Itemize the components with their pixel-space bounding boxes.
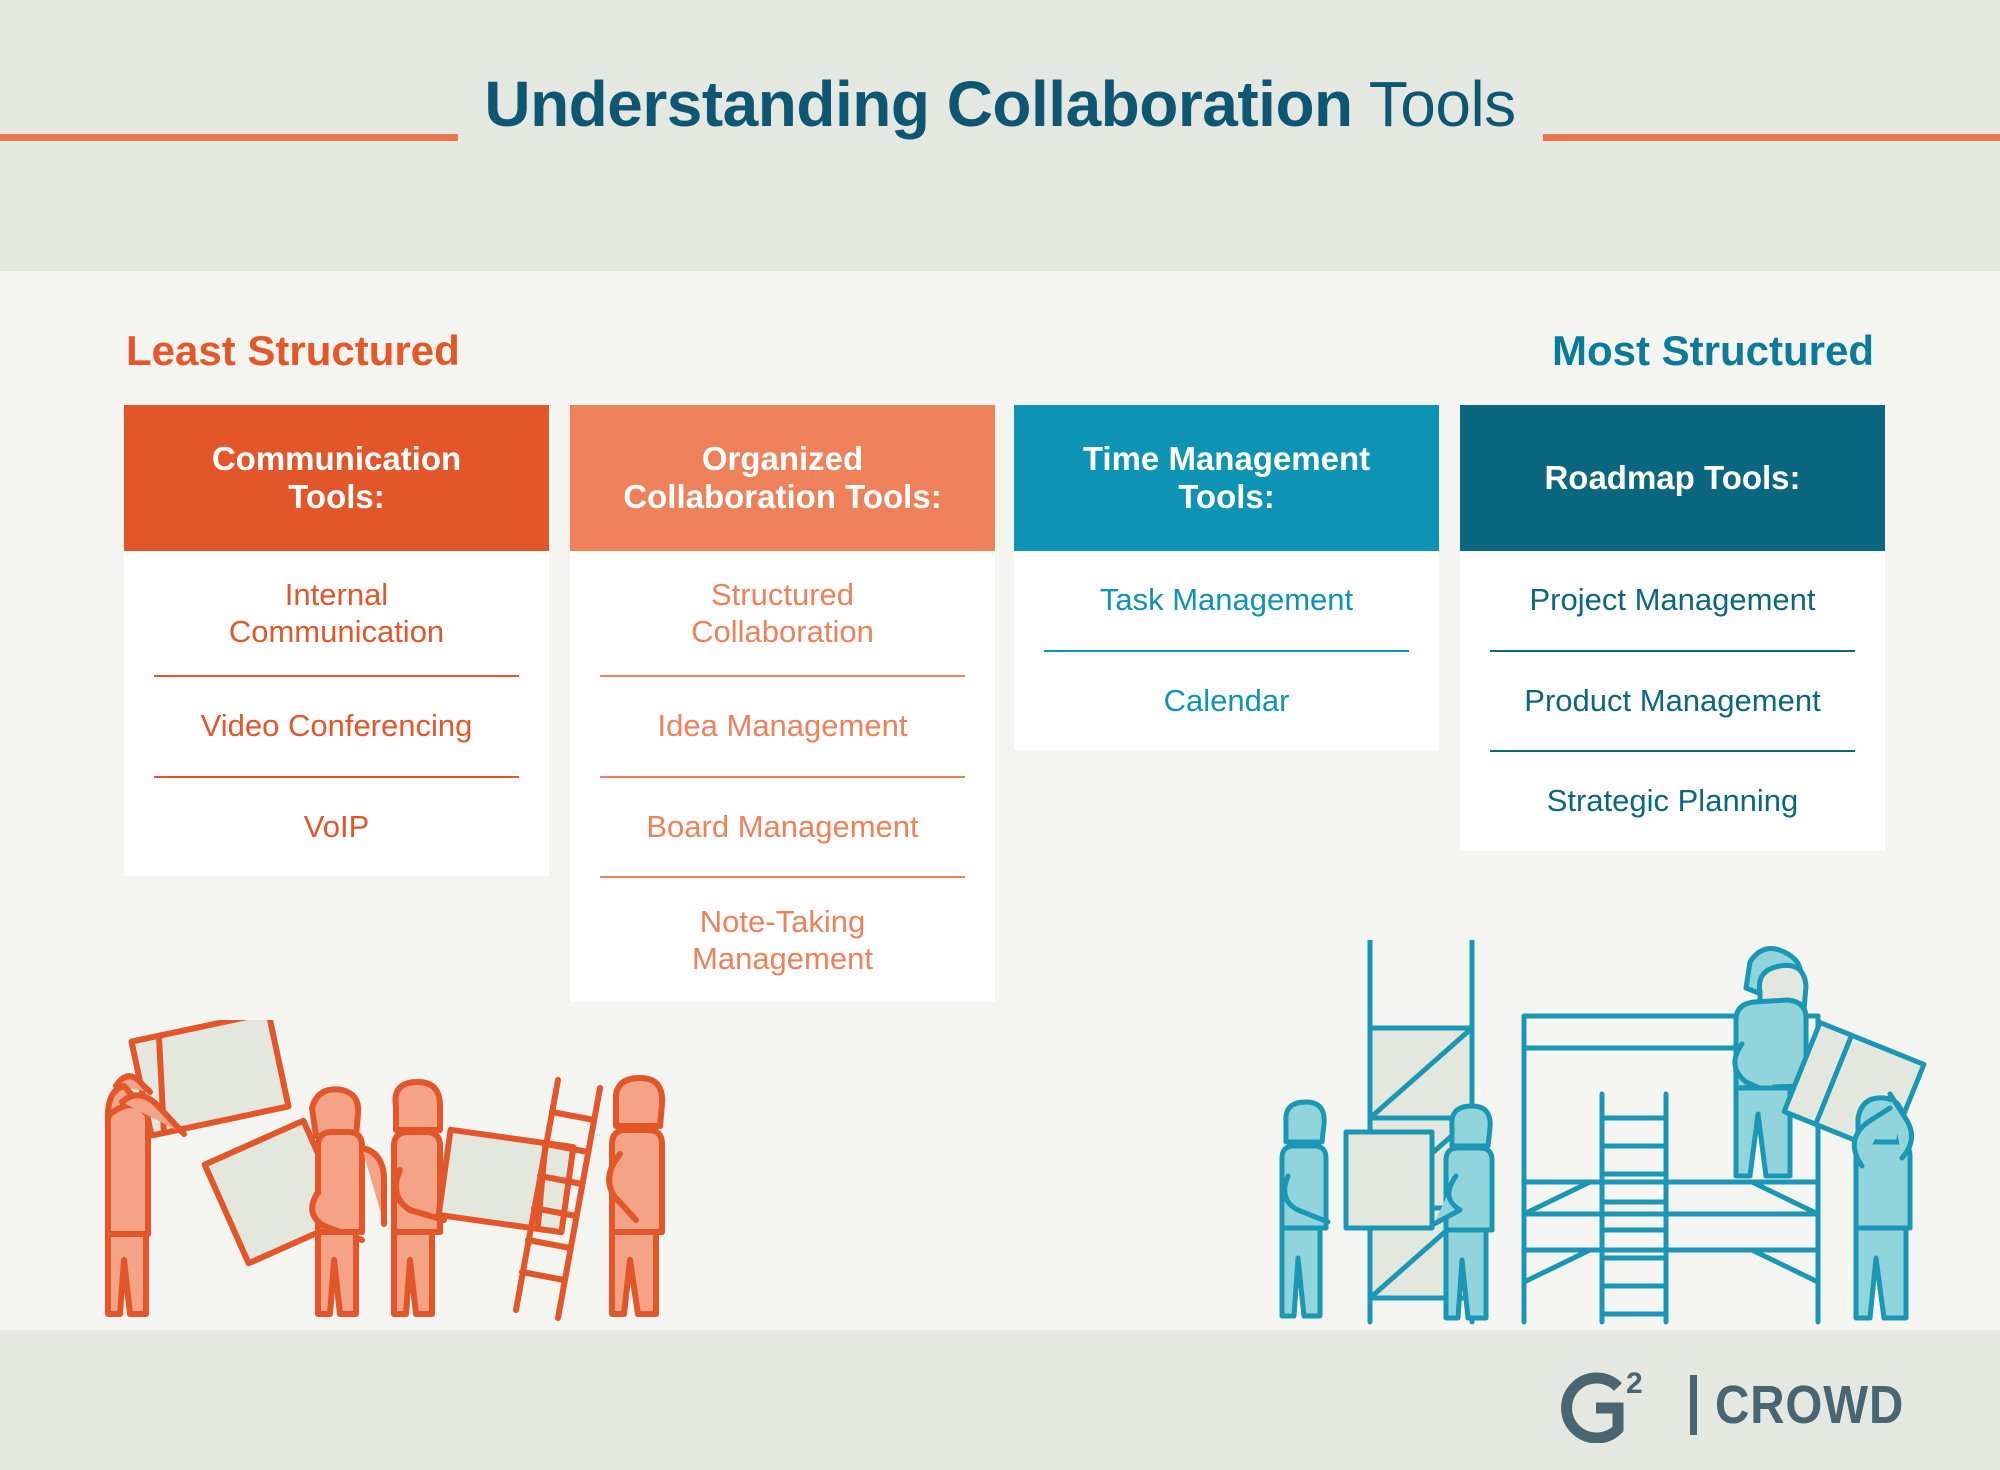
worker-figure [1279, 1099, 1331, 1319]
list-item[interactable]: Board Management [570, 778, 995, 877]
card-body-communication-tools: Internal Communication Video Conferencin… [124, 551, 549, 876]
list-item-line2: Management [692, 940, 873, 976]
g2-crowd-logo[interactable]: 2 CROWD [1556, 1367, 1930, 1443]
list-item-line2: Collaboration [691, 613, 874, 649]
card-header-organized-collaboration-tools: Organized Collaboration Tools: [570, 405, 995, 551]
ladder-icon [1599, 1091, 1669, 1325]
card-header-line1: Time Management [1082, 440, 1371, 478]
list-item[interactable]: Video Conferencing [124, 677, 549, 776]
card-header-line1: Organized [701, 440, 864, 478]
g2-mark-icon: 2 [1561, 1367, 1643, 1443]
illustration-teal-workers-scaffold [1270, 937, 1950, 1337]
card-time-management-tools[interactable]: Time Management Tools: Task Management C… [1014, 405, 1439, 751]
worker-figure [309, 1086, 387, 1317]
card-body-roadmap-tools: Project Management Product Management St… [1460, 551, 1885, 851]
card-header-roadmap-tools: Roadmap Tools: [1460, 405, 1885, 551]
list-item-line1: Structured [710, 577, 854, 612]
card-organized-collaboration-tools[interactable]: Organized Collaboration Tools: Structure… [570, 405, 995, 1003]
card-body-organized-collaboration-tools: Structured Collaboration Idea Management… [570, 551, 995, 1002]
card-header-line1: Roadmap Tools: [1544, 459, 1801, 497]
list-item[interactable]: Structured Collaboration [570, 551, 995, 675]
card-header-line2: Collaboration Tools: [623, 478, 942, 515]
list-item[interactable]: Calendar [1014, 652, 1439, 751]
list-item[interactable]: Task Management [1014, 551, 1439, 650]
svg-text:2: 2 [1626, 1367, 1643, 1400]
illustration-orange-workers [100, 1009, 760, 1335]
card-communication-tools[interactable]: Communication Tools: Internal Communicat… [124, 405, 549, 877]
list-item[interactable]: Idea Management [570, 677, 995, 776]
list-item-line1: Note-Taking [699, 904, 866, 940]
logo-crowd-text: CROWD [1715, 1375, 1905, 1435]
list-item[interactable]: Project Management [1460, 551, 1885, 650]
list-item[interactable]: Strategic Planning [1460, 752, 1885, 851]
worker-figure [391, 1079, 447, 1317]
card-header-line2: Tools: [288, 478, 385, 515]
list-item[interactable]: Note-Taking Management [570, 878, 995, 1002]
list-item[interactable]: Product Management [1460, 652, 1885, 751]
worker-figure [606, 1075, 666, 1317]
list-item[interactable]: VoIP [124, 778, 549, 877]
logo-divider [1690, 1375, 1698, 1435]
card-header-line2: Tools: [1178, 478, 1275, 515]
card-header-line1: Communication [211, 440, 462, 478]
card-body-time-management-tools: Task Management Calendar [1014, 551, 1439, 750]
card-roadmap-tools[interactable]: Roadmap Tools: Project Management Produc… [1460, 405, 1885, 851]
list-item-line2: Communication [228, 613, 445, 649]
card-header-communication-tools: Communication Tools: [124, 405, 549, 551]
worker-figure [1851, 1091, 1914, 1321]
list-item[interactable]: Internal Communication [124, 551, 549, 675]
list-item-line1: Internal [284, 577, 389, 612]
panel-icon [1343, 1129, 1435, 1231]
card-header-time-management-tools: Time Management Tools: [1014, 405, 1439, 551]
worker-figure [1732, 946, 1809, 1179]
